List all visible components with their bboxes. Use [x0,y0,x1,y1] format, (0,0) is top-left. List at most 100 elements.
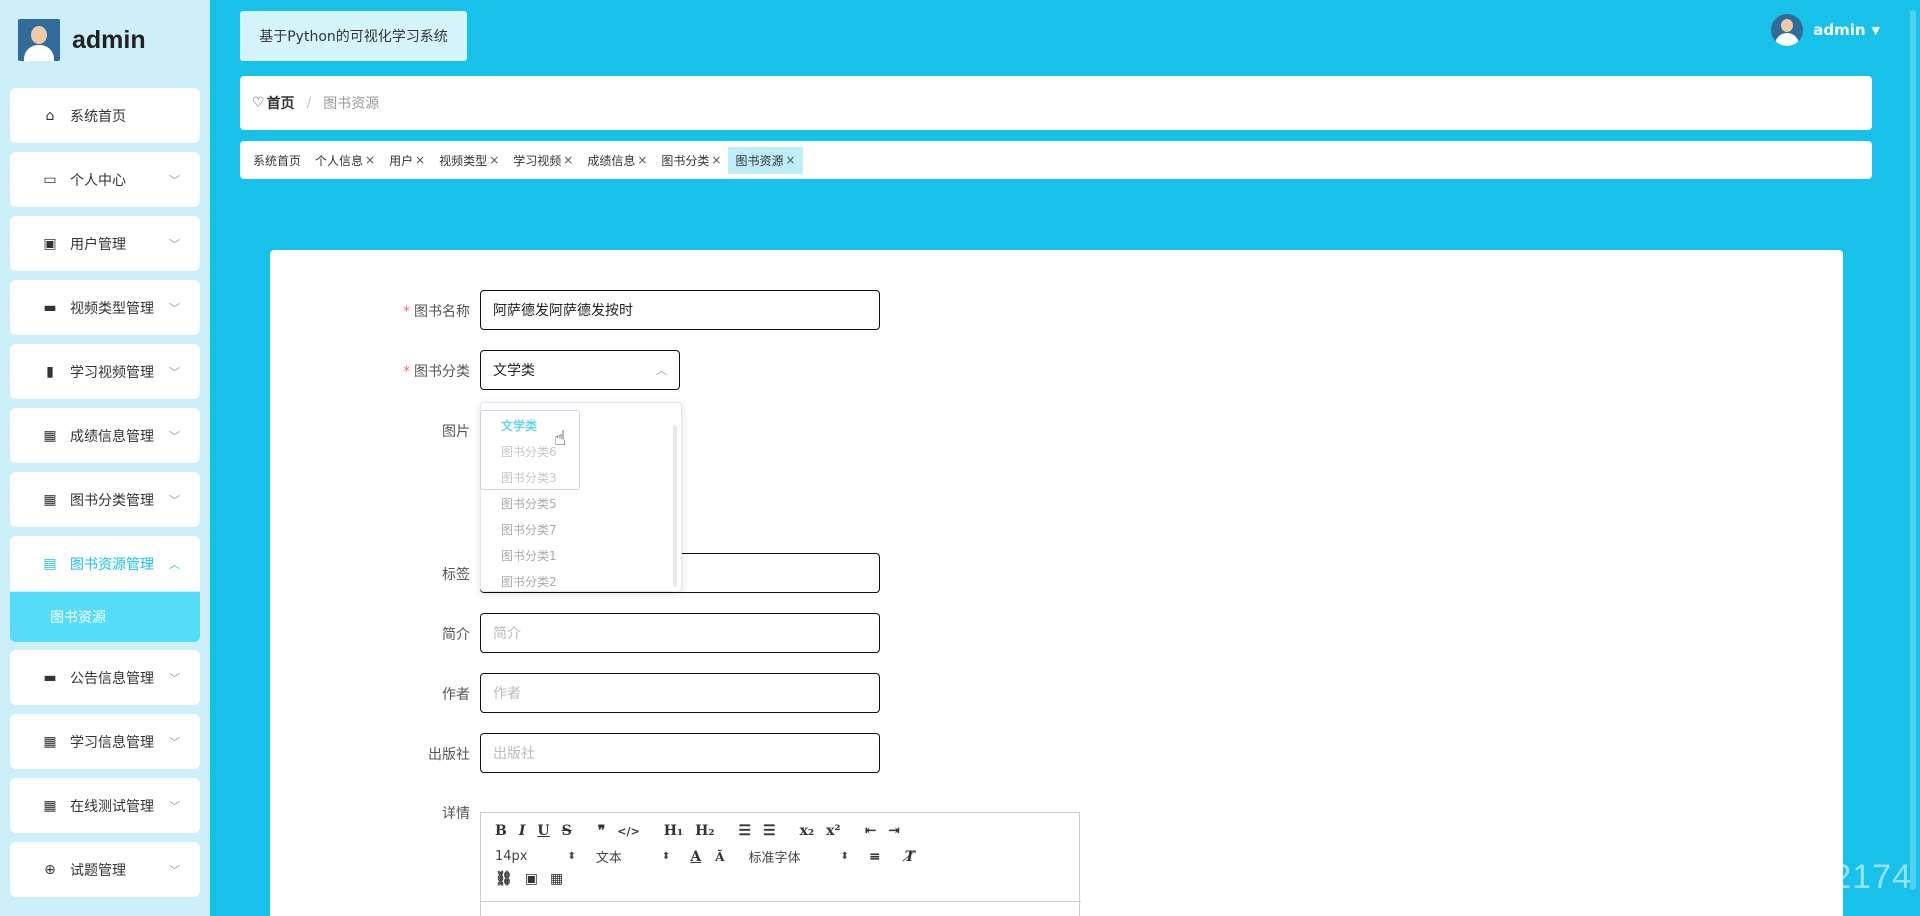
blockquote-icon[interactable]: ❞ [598,823,606,839]
sidebar-item-label: 在线测试管理 [70,798,154,815]
clear-format-icon[interactable]: T̸ [905,849,915,865]
publisher-placeholder: 出版社 [493,746,535,762]
chevron-down-icon: ﹀ [169,301,180,315]
publisher-input[interactable]: 出版社 [480,733,880,773]
submenu-item-label: 图书资源 [50,610,106,626]
editor-toolbar-row-3: ⛓ ▣ ▦ [495,871,575,887]
sidebar-item[interactable]: ▮ 学习视频管理 ﹀ [10,344,200,399]
intro-label: 简介 [442,627,470,643]
font-color-icon[interactable]: A [690,849,701,865]
author-placeholder: 作者 [493,686,521,702]
background-color-icon[interactable]: Ā [715,850,724,864]
indent-icon[interactable]: ⇥ [888,823,900,839]
clipboard-icon: ▣ [43,235,57,252]
breadcrumb-home[interactable]: ♡ 首页 [252,93,295,113]
tags-view: 系统首页 个人信息 × 用户 × 视频类型 × 学习视频 × 成绩信息 × 图书分类 × 图书资源 × [240,141,1872,179]
close-icon[interactable]: × [415,153,425,167]
video-icon[interactable]: ▦ [550,871,563,887]
sidebar-item[interactable]: ▬ 视频类型管理 ﹀ [10,280,200,335]
tag-label: 图书分类 [661,153,710,168]
ordered-list-icon[interactable]: ☰ [738,823,751,839]
tag-item[interactable]: 系统首页 [246,147,308,174]
align-icon[interactable]: ≡ [869,849,881,865]
close-icon[interactable]: × [563,153,573,167]
chart-icon: ▤ [43,555,57,572]
grid-icon: ▦ [43,491,57,508]
h1-icon[interactable]: H₁ [664,823,683,839]
close-icon[interactable]: × [365,153,375,167]
book-name-label: * 图书名称 [403,304,470,320]
sidebar-item-label: 学习信息管理 [70,734,154,751]
breadcrumb-separator: / [306,95,312,111]
sidebar-item[interactable]: ⌂ 系统首页 [10,88,200,143]
font-family-select[interactable]: 标准字体 ⬍ [748,847,848,866]
sidebar-item[interactable]: ▦ 学习信息管理 ﹀ [10,714,200,769]
heart-icon: ♡ [252,95,265,111]
sidebar-item-label: 试题管理 [70,862,126,879]
sidebar-item-label: 学习视频管理 [70,364,154,381]
superscript-icon[interactable]: x² [826,823,840,839]
sidebar-item[interactable]: ▣ 用户管理 ﹀ [10,216,200,271]
tag-item[interactable]: 视频类型 × [432,147,506,174]
tag-item[interactable]: 用户 × [382,147,432,174]
hand-pointer-icon: ☝ [554,426,567,450]
tag-item[interactable]: 个人信息 × [308,147,382,174]
dropdown-option[interactable]: 图书分类7 [501,521,557,538]
chevron-down-icon: ﹀ [169,735,180,749]
caret-down-icon: ▼ [1871,23,1880,37]
book-name-input[interactable]: 阿萨德发阿萨德发按时 [480,290,880,330]
author-input[interactable]: 作者 [480,673,880,713]
h2-icon[interactable]: H₂ [695,823,714,839]
tag-item[interactable]: 图书分类 × [654,147,728,174]
sidebar-item-label: 个人中心 [70,172,126,189]
sidebar-item-label: 公告信息管理 [70,670,154,687]
close-icon[interactable]: × [489,153,499,167]
details-label: 详情 [442,806,470,822]
publisher-label: 出版社 [428,747,470,763]
close-icon[interactable]: × [786,153,796,167]
dropdown-option[interactable]: 图书分类2 [501,573,557,590]
strike-icon[interactable]: S [562,823,572,839]
dropdown-scrollbar[interactable] [673,425,677,587]
sidebar-item[interactable]: ⊕ 试题管理 ﹀ [10,842,200,897]
brand-name: admin [72,25,146,54]
link-icon[interactable]: ⛓ [495,871,513,887]
dropdown-option[interactable]: 图书分类1 [501,547,557,564]
tag-item[interactable]: 图书资源 × [728,146,803,174]
sidebar-item[interactable]: ▦ 在线测试管理 ﹀ [10,778,200,833]
outdent-icon[interactable]: ⇤ [865,823,877,839]
tag-item[interactable]: 学习视频 × [506,147,580,174]
tag-item[interactable]: 成绩信息 × [580,147,654,174]
font-size-select[interactable]: 14px ⬍ [495,849,576,864]
page-scrollbar[interactable] [1910,10,1916,890]
sidebar-item[interactable]: ▦ 成绩信息管理 ﹀ [10,408,200,463]
underline-icon[interactable]: U [537,823,549,839]
grid-icon: ▦ [43,797,57,814]
italic-icon[interactable]: I [519,823,526,839]
rich-text-editor[interactable]: B I U S ❞ </> H₁ H₂ ☰ ☰ x₂ x² ⇤ ⇥ 14px ⬍ … [480,812,1081,916]
intro-input[interactable]: 简介 [480,613,880,653]
sidebar-item[interactable]: ▤ 图书资源管理 ︿ [10,536,200,591]
close-icon[interactable]: × [637,153,647,167]
sidebar-item[interactable]: ▭ 个人中心 ﹀ [10,152,200,207]
dropdown-option[interactable]: 图书分类5 [501,495,557,512]
editor-divider [481,901,1081,902]
updown-icon: ⬍ [840,851,849,862]
chevron-down-icon: ﹀ [169,237,180,251]
grid-icon: ▦ [43,427,57,444]
chevron-down-icon: ﹀ [169,173,180,187]
image-icon[interactable]: ▣ [525,871,538,887]
header-select[interactable]: 文本 ⬍ [596,847,670,866]
chevron-down-icon: ﹀ [169,365,180,379]
sidebar-item[interactable]: ▦ 图书分类管理 ﹀ [10,472,200,527]
bold-icon[interactable]: B [495,823,507,839]
submenu-item-book-resource[interactable]: 图书资源 [10,592,200,642]
category-select[interactable]: 文学类 ︿ [480,350,680,390]
code-icon[interactable]: </> [617,825,639,838]
bullet-list-icon[interactable]: ☰ [763,823,776,839]
user-menu[interactable]: admin ▼ [1771,14,1880,46]
sidebar-item[interactable]: ▬ 公告信息管理 ﹀ [10,650,200,705]
subscript-icon[interactable]: x₂ [800,823,814,839]
close-icon[interactable]: × [711,153,721,167]
tag-label: 学习视频 [513,153,562,168]
